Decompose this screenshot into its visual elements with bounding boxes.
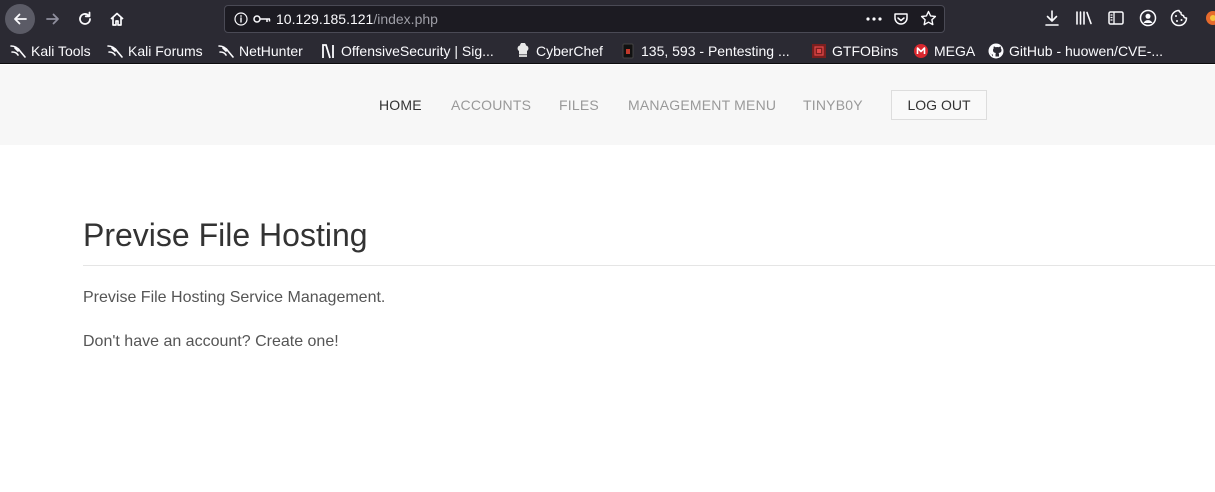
bookmark-github[interactable]: GitHub - huowen/CVE-... <box>988 42 1163 60</box>
nav-home-link[interactable]: HOME <box>379 97 422 113</box>
home-button[interactable] <box>102 4 132 34</box>
reload-button[interactable] <box>70 4 100 34</box>
bookmark-label: OffensiveSecurity | Sig... <box>341 43 494 59</box>
nav-management-menu-link[interactable]: MANAGEMENT MENU <box>628 97 776 113</box>
address-bar[interactable]: 10.129.185.121/index.php <box>224 5 945 33</box>
logout-button[interactable]: LOG OUT <box>891 90 987 120</box>
bookmark-kali-forums[interactable]: Kali Forums <box>107 42 203 60</box>
web-page: HOME ACCOUNTS FILES MANAGEMENT MENU TINY… <box>0 65 1215 492</box>
back-button[interactable] <box>5 4 35 34</box>
bookmark-label: Kali Forums <box>128 43 203 59</box>
bookmarks-bar: Kali Tools Kali Forums NetHunter Offensi… <box>0 38 1215 64</box>
bookmark-label: MEGA <box>934 43 976 59</box>
sidebar-icon[interactable] <box>1107 9 1125 27</box>
hacktricks-icon <box>620 43 636 59</box>
bookmark-label: CyberChef <box>536 43 603 59</box>
intro-text: Previse File Hosting Service Management. <box>83 289 386 306</box>
mega-icon <box>913 43 929 59</box>
library-icon[interactable] <box>1075 9 1093 27</box>
page-title: Previse File Hosting <box>83 217 368 253</box>
cookie-icon[interactable] <box>1170 9 1188 27</box>
extension-icon[interactable] <box>1202 9 1215 27</box>
bookmark-gtfobins[interactable]: GTFOBins <box>811 42 898 60</box>
bookmark-mega[interactable]: MEGA <box>913 42 975 60</box>
url-text[interactable]: 10.129.185.121/index.php <box>276 11 438 28</box>
bookmark-kali-tools[interactable]: Kali Tools <box>10 42 91 60</box>
reload-icon <box>79 11 91 25</box>
signup-text: Don't have an account? Create one! <box>83 333 339 350</box>
more-dots-icon[interactable] <box>865 12 883 26</box>
bookmark-label: GTFOBins <box>832 43 899 59</box>
bookmark-label: NetHunter <box>239 43 303 59</box>
bookmark-label: 135, 593 - Pentesting ... <box>641 43 790 59</box>
browser-toolbar: 10.129.185.121/index.php <box>0 0 1215 38</box>
forward-arrow-icon <box>46 13 59 25</box>
github-icon <box>988 43 1004 59</box>
forward-button[interactable] <box>38 4 68 34</box>
chef-hat-icon <box>515 43 531 59</box>
title-divider <box>83 265 1215 266</box>
account-icon[interactable] <box>1139 9 1157 27</box>
nav-files-link[interactable]: FILES <box>559 97 599 113</box>
url-host: 10.129.185.121 <box>276 11 374 27</box>
kali-dragon-icon <box>218 43 234 59</box>
key-icon[interactable] <box>253 14 271 24</box>
offsec-icon <box>320 43 336 59</box>
bookmark-nethunter[interactable]: NetHunter <box>218 42 303 60</box>
site-navbar: HOME ACCOUNTS FILES MANAGEMENT MENU TINY… <box>0 65 1215 145</box>
info-icon[interactable] <box>234 12 248 26</box>
bookmark-label: GitHub - huowen/CVE-... <box>1009 43 1164 59</box>
bookmark-cyberchef[interactable]: CyberChef <box>515 42 603 60</box>
bookmark-label: Kali Tools <box>31 43 91 59</box>
bookmark-offensive-security[interactable]: OffensiveSecurity | Sig... <box>320 42 494 60</box>
nav-accounts-link[interactable]: ACCOUNTS <box>451 97 531 113</box>
kali-dragon-icon <box>10 43 26 59</box>
bookmark-pentesting[interactable]: 135, 593 - Pentesting ... <box>620 42 790 60</box>
home-icon <box>110 12 124 26</box>
back-arrow-icon <box>14 13 27 25</box>
pocket-icon[interactable] <box>893 11 909 27</box>
url-path: /index.php <box>373 11 438 27</box>
download-icon[interactable] <box>1043 9 1061 27</box>
nav-user-link[interactable]: TINYB0Y <box>803 97 863 113</box>
star-icon[interactable] <box>920 10 937 27</box>
gtfobins-icon <box>811 43 827 59</box>
kali-dragon-icon <box>107 43 123 59</box>
